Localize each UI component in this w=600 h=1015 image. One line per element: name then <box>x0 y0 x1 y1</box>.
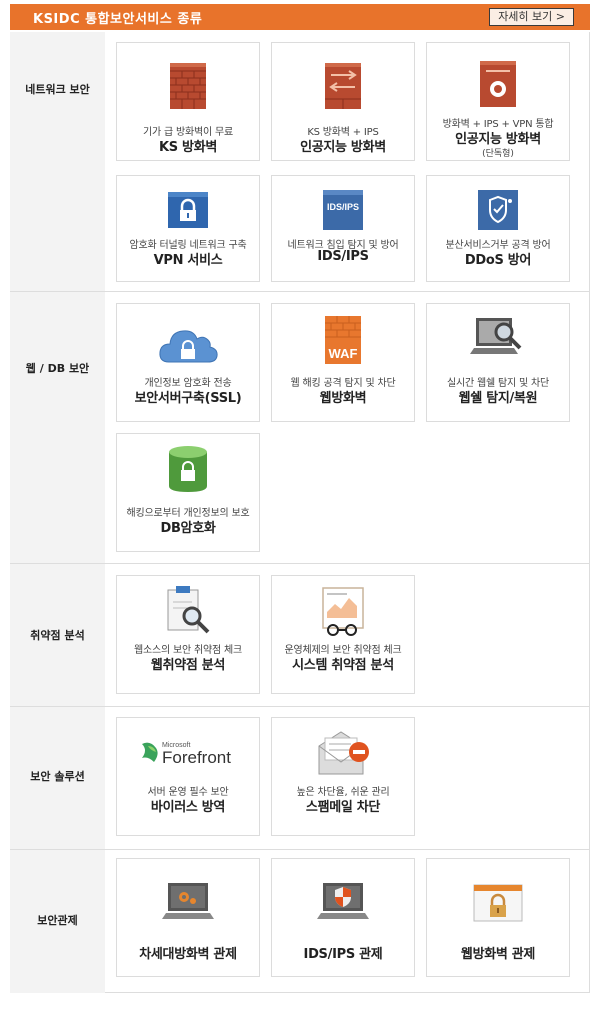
service-card-web-vulnerability[interactable]: 웹소스의 보안 취약점 체크 웹취약점 분석 <box>116 575 260 694</box>
card-title: 웹쉘 탐지/복원 <box>458 391 538 406</box>
service-card-waf-control[interactable]: 웹방화벽 관제 <box>426 858 570 977</box>
card-title: IDS/IPS <box>317 249 369 264</box>
clipboard-search-icon <box>167 586 210 634</box>
card-title: 웹취약점 분석 <box>150 658 226 673</box>
logo-big-text: Forefront <box>162 748 231 767</box>
service-card-webshell[interactable]: 실시간 웹쉘 탐지 및 차단 웹쉘 탐지/복원 <box>426 303 570 422</box>
card-note: (단독형) <box>482 149 514 159</box>
card-title: 시스템 취약점 분석 <box>292 658 394 673</box>
firewall-icon <box>170 63 206 109</box>
card-title: 웹방화벽 관제 <box>460 947 536 962</box>
service-header: KSIDC 통합보안서비스 종류 자세히 보기 > <box>10 4 590 30</box>
forefront-logo-icon: Microsoft Forefront <box>142 742 231 767</box>
service-card-ai-firewall[interactable]: KS 방화벽 + IPS 인공지능 방화벽 <box>271 42 415 161</box>
service-card-ngfw-control[interactable]: 차세대방화벽 관제 <box>116 858 260 977</box>
browser-lock-icon <box>473 884 523 922</box>
service-card-ai-firewall-standalone[interactable]: 방화벽 + IPS + VPN 통합 인공지능 방화벽 (단독형) <box>426 42 570 161</box>
card-title: 차세대방화벽 관제 <box>139 947 237 962</box>
ids-ips-icon: IDS/IPS <box>323 190 363 230</box>
header-title: KSIDC 통합보안서비스 종류 <box>33 12 203 27</box>
lock-icon <box>168 192 208 228</box>
firewall-icon <box>325 63 361 109</box>
section-label: 보안관제 <box>37 914 78 927</box>
report-glasses-icon <box>322 587 364 636</box>
service-card-ddos[interactable]: 분산서비스거부 공격 방어 DDoS 방어 <box>426 175 570 282</box>
card-title: DDoS 방어 <box>464 253 532 268</box>
more-details-button[interactable]: 자세히 보기 > <box>489 8 574 26</box>
cloud-lock-icon <box>159 330 218 363</box>
service-card-ks-firewall[interactable]: 기가 급 방화벽이 무료 KS 방화벽 <box>116 42 260 161</box>
service-card-ids-ips[interactable]: IDS/IPS 네트워크 침입 탐지 및 방어 IDS/IPS <box>271 175 415 282</box>
laptop-shield-icon <box>317 883 369 919</box>
ids-ips-icon-text: IDS/IPS <box>327 202 359 212</box>
card-title: DB암호화 <box>160 521 216 536</box>
section-label: 네트워크 보안 <box>25 83 90 96</box>
service-card-vpn[interactable]: 암호화 터널링 네트워크 구축 VPN 서비스 <box>116 175 260 282</box>
card-title: 웹방화벽 <box>319 391 367 406</box>
card-title: 인공지능 방화벽 <box>455 132 541 147</box>
laptop-search-icon <box>470 318 522 354</box>
card-title: 바이러스 방역 <box>150 800 226 815</box>
service-card-ids-ips-control[interactable]: IDS/IPS 관제 <box>271 858 415 977</box>
service-card-system-vulnerability[interactable]: 운영체제의 보안 취약점 체크 시스템 취약점 분석 <box>271 575 415 694</box>
firewall-gear-icon <box>480 61 516 107</box>
card-title: VPN 서비스 <box>153 253 223 268</box>
service-card-ssl[interactable]: 개인정보 암호화 전송 보안서버구축(SSL) <box>116 303 260 422</box>
section-label: 보안 솔루션 <box>30 770 85 783</box>
service-card-db-encryption[interactable]: 해킹으로부터 개인정보의 보호 DB암호화 <box>116 433 260 552</box>
service-card-antivirus[interactable]: Microsoft Forefront 서버 운영 필수 보안 바이러스 방역 <box>116 717 260 836</box>
card-title: IDS/IPS 관제 <box>303 947 383 962</box>
shield-icon <box>478 190 518 230</box>
section-label: 웹 / DB 보안 <box>25 362 90 375</box>
card-title: 보안서버구축(SSL) <box>134 391 242 406</box>
mail-block-icon <box>318 731 369 775</box>
service-card-spam-block[interactable]: 높은 차단율, 쉬운 관리 스팸메일 차단 <box>271 717 415 836</box>
waf-icon-text: WAF <box>329 346 358 361</box>
database-lock-icon <box>169 446 207 492</box>
waf-icon: WAF <box>325 316 361 364</box>
card-title: 인공지능 방화벽 <box>300 140 386 155</box>
card-title: 스팸메일 차단 <box>305 800 381 815</box>
section-label: 취약점 분석 <box>30 629 85 642</box>
service-card-waf[interactable]: WAF 웹 해킹 공격 탐지 및 차단 웹방화벽 <box>271 303 415 422</box>
card-title: KS 방화벽 <box>158 140 218 155</box>
laptop-gear-icon <box>162 883 214 919</box>
